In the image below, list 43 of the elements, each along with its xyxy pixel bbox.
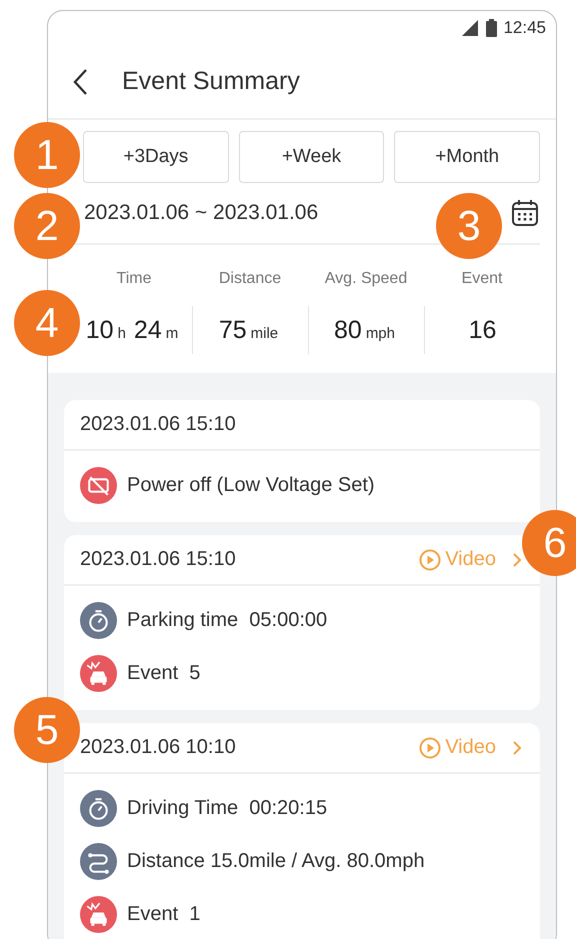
- event-datetime: 2023.01.06 10:10: [80, 736, 237, 759]
- stat-value: 80: [334, 316, 362, 344]
- stopwatch-icon: [80, 790, 117, 827]
- stat-value: 16: [468, 316, 496, 344]
- stat-unit: mph: [366, 325, 395, 342]
- route-icon: [80, 843, 117, 880]
- date-range: 2023.01.06 ~ 2023.01.06: [84, 201, 320, 225]
- event-datetime: 2023.01.06 15:10: [80, 548, 237, 571]
- stat-value: 75: [218, 316, 247, 344]
- car-crash-icon: [80, 896, 117, 933]
- range-button[interactable]: +Week: [238, 131, 384, 183]
- play-icon: [419, 736, 442, 758]
- number-badge: 4: [14, 290, 80, 356]
- stat-value: 10: [86, 316, 114, 344]
- stat-value: 24: [134, 316, 162, 344]
- signal-icon: [460, 19, 480, 37]
- screen-title: Event Summary: [122, 67, 300, 96]
- number-badge: 1: [14, 122, 80, 188]
- stopwatch-icon: [80, 602, 117, 639]
- status-time: 12:45: [503, 18, 546, 38]
- event-detail: Event 1: [127, 903, 200, 926]
- battery-icon: [486, 19, 498, 37]
- event-datetime: 2023.01.06 15:10: [80, 413, 237, 436]
- number-badge: 5: [14, 697, 80, 763]
- stat-label: Avg. Speed: [324, 270, 408, 289]
- stat-unit: m: [166, 325, 178, 342]
- range-button[interactable]: +3Days: [83, 131, 229, 183]
- stat-label: Event: [462, 270, 502, 289]
- event-detail: Driving Time 00:20:15: [127, 797, 328, 820]
- number-badge: 2: [14, 193, 80, 259]
- stat-label: Distance: [218, 270, 282, 289]
- event-detail: Distance 15.0mile / Avg. 80.0mph: [127, 850, 425, 873]
- stat-unit: mile: [250, 325, 278, 342]
- range-button[interactable]: +Month: [394, 131, 540, 183]
- play-icon: [419, 548, 442, 570]
- event-detail: Power off (Low Voltage Set): [127, 474, 375, 497]
- event-detail: Parking time 05:00:00: [127, 609, 328, 632]
- stat-unit: h: [118, 325, 126, 342]
- event-detail: Event 5: [127, 662, 200, 685]
- battery-off-icon: [80, 467, 117, 504]
- car-crash-icon: [80, 655, 117, 692]
- calendar-icon[interactable]: [510, 198, 540, 228]
- stat-label: Time: [116, 270, 152, 289]
